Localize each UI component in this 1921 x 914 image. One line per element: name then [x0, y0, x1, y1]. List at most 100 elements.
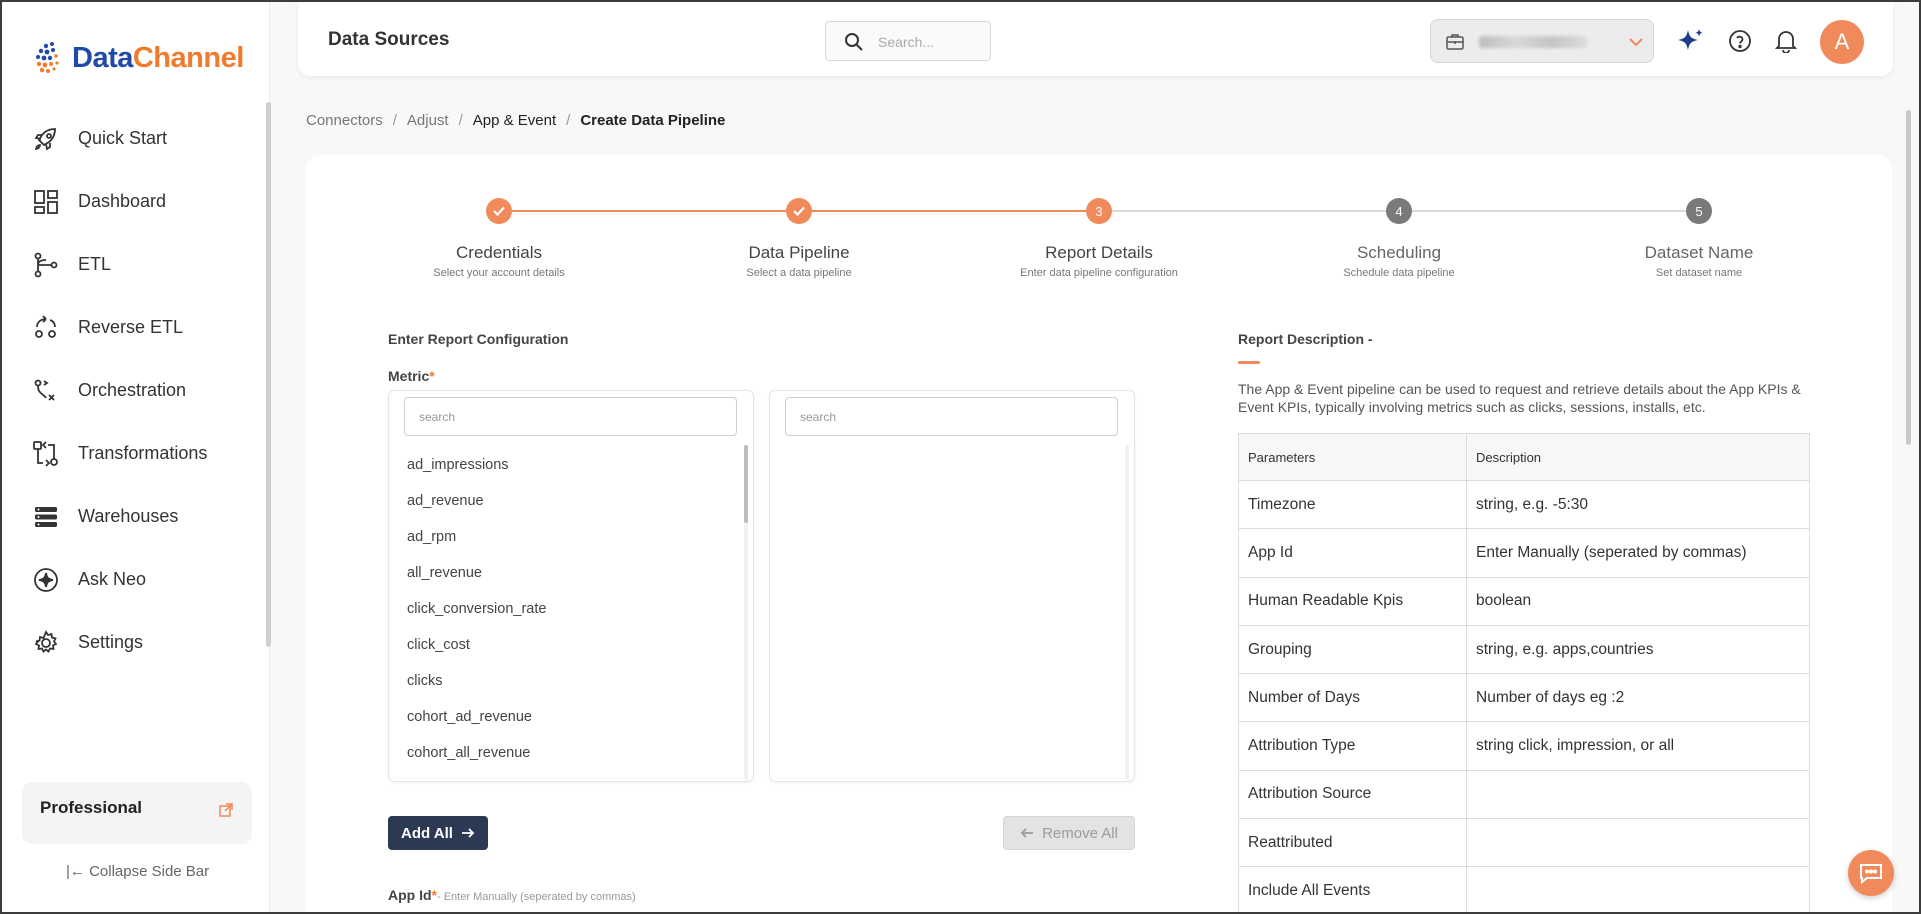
page-scrollbar[interactable] [1906, 110, 1911, 445]
list-item[interactable]: click_conversion_rate [407, 601, 546, 637]
sidebar-item-ask-neo[interactable]: Ask Neo [2, 548, 268, 611]
param-description: string, e.g. apps,countries [1466, 624, 1810, 675]
sidebar-item-label: Quick Start [78, 128, 168, 148]
param-name: Reattributed [1238, 818, 1467, 868]
sidebar-item-reverse-etl[interactable]: Reverse ETL [2, 296, 268, 359]
step-label-report-details: Report Details [1045, 243, 1153, 262]
param-name: Number of Days [1238, 673, 1467, 723]
sidebar-item-dashboard[interactable]: Dashboard [2, 170, 268, 233]
list-item[interactable]: ad_impressions [407, 457, 546, 493]
sparkle-ai-icon[interactable] [1676, 26, 1706, 56]
external-link-icon[interactable] [219, 803, 233, 817]
rocket-icon [34, 127, 56, 150]
gear-icon [34, 629, 58, 653]
transformations-icon [33, 440, 58, 467]
bell-icon[interactable] [1775, 29, 1797, 53]
breadcrumb-current: Create Data Pipeline [580, 112, 726, 129]
list-item[interactable]: ad_revenue [407, 493, 546, 529]
param-name: Attribution Type [1238, 721, 1467, 771]
search-input[interactable]: Search... [825, 21, 991, 61]
add-all-button[interactable]: Add All [388, 816, 488, 850]
param-description: boolean [1466, 576, 1810, 626]
step-sub-scheduling: Schedule data pipeline [1343, 267, 1455, 279]
sidebar-item-label: Settings [78, 632, 144, 652]
search-placeholder: Search... [878, 34, 935, 50]
step-label-dataset-name: Dataset Name [1644, 243, 1754, 262]
datachannel-logo-icon [36, 42, 59, 73]
collapse-sidebar-button[interactable]: |← Collapse Side Bar [66, 863, 209, 880]
metrics-scrollbar[interactable] [744, 445, 748, 780]
list-item[interactable]: all_revenue [407, 565, 546, 601]
breadcrumb-separator: / [566, 112, 571, 129]
sidebar-item-label: Dashboard [78, 191, 167, 211]
table-row: Attribution Type string click, impression… [1238, 721, 1810, 771]
column-header-description: Description [1466, 433, 1810, 481]
plan-name: Professional [40, 798, 143, 817]
top-header: Data Sources Search... A [298, 2, 1893, 76]
list-item[interactable]: clicks [407, 673, 546, 709]
etl-icon [34, 252, 58, 277]
breadcrumb-separator: / [458, 112, 463, 129]
section-title: Enter Report Configuration [388, 331, 569, 347]
param-name: App Id [1238, 528, 1467, 578]
brand-name: DataChannel [72, 41, 244, 74]
sidebar-item-settings[interactable]: Settings [2, 611, 268, 674]
param-name: Include All Events [1238, 866, 1467, 914]
sidebar-item-label: Transformations [78, 443, 208, 463]
param-description [1466, 769, 1810, 820]
help-icon[interactable] [1728, 29, 1752, 53]
avatar[interactable]: A [1820, 20, 1864, 64]
selected-metrics-search-input[interactable]: search [785, 397, 1118, 436]
selected-scrollbar[interactable] [1125, 445, 1129, 780]
remove-all-button[interactable]: Remove All [1003, 816, 1135, 850]
sidebar-item-orchestration[interactable]: Orchestration [2, 359, 268, 422]
step-3-number[interactable]: 3 [1086, 198, 1112, 224]
report-description-text: The App & Event pipeline can be used to … [1238, 381, 1801, 415]
list-item[interactable]: ad_rpm [407, 529, 546, 565]
table-row: Human Readable Kpis boolean [1238, 576, 1810, 626]
breadcrumb-adjust[interactable]: Adjust [407, 112, 449, 129]
sidebar-item-quick-start[interactable]: Quick Start [2, 107, 268, 170]
collapse-icon: |← [66, 863, 85, 880]
app-id-hint: - Enter Manually (seperated by commas) [437, 891, 636, 903]
step-2-check-icon[interactable] [786, 198, 812, 224]
param-description: string, e.g. -5:30 [1466, 479, 1810, 530]
workspace-name-redacted [1479, 36, 1587, 48]
briefcase-icon [1446, 34, 1464, 50]
scroll-thumb[interactable] [744, 445, 748, 523]
sidebar-item-label: Reverse ETL [78, 317, 184, 337]
step-1-check-icon[interactable] [486, 198, 512, 224]
step-5-number[interactable]: 5 [1686, 198, 1712, 224]
param-name: Human Readable Kpis [1238, 576, 1467, 626]
sidebar-item-warehouses[interactable]: Warehouses [2, 485, 268, 548]
required-mark: * [429, 368, 435, 384]
metric-items: ad_impressions ad_revenue ad_rpm all_rev… [407, 457, 546, 781]
step-sub-dataset-name: Set dataset name [1655, 267, 1743, 279]
app-id-label: App Id*- Enter Manually (seperated by co… [388, 887, 636, 903]
plan-card[interactable]: Professional [22, 782, 252, 844]
breadcrumb-connectors[interactable]: Connectors [306, 112, 383, 129]
available-metrics-list: search ad_impressions ad_revenue ad_rpm … [388, 390, 754, 782]
step-label-data-pipeline: Data Pipeline [748, 243, 850, 262]
breadcrumb-app-event[interactable]: App & Event [473, 112, 556, 129]
step-4-number[interactable]: 4 [1386, 198, 1412, 224]
warehouses-icon [35, 506, 57, 527]
sidebar-item-etl[interactable]: ETL [2, 233, 268, 296]
logo[interactable]: DataChannel [32, 38, 244, 78]
param-description [1466, 866, 1810, 914]
available-metrics-search-input[interactable]: search [404, 397, 737, 436]
sidebar-scrollbar[interactable] [266, 102, 271, 647]
step-connector-pending [1112, 210, 1386, 212]
remove-all-label: Remove All [1042, 824, 1118, 842]
list-item[interactable]: cohort_all_revenue [407, 745, 546, 781]
param-name: Attribution Source [1238, 769, 1467, 820]
step-sub-report-details: Enter data pipeline configuration [1020, 267, 1178, 279]
chat-support-button[interactable] [1848, 850, 1894, 896]
arrow-left-icon [1020, 828, 1034, 838]
workspace-selector[interactable] [1430, 19, 1654, 63]
title-underline [1238, 361, 1260, 364]
list-item[interactable]: cohort_ad_revenue [407, 709, 546, 745]
list-item[interactable]: click_cost [407, 637, 546, 673]
sidebar-item-transformations[interactable]: Transformations [2, 422, 268, 485]
step-label-credentials: Credentials [456, 243, 542, 262]
